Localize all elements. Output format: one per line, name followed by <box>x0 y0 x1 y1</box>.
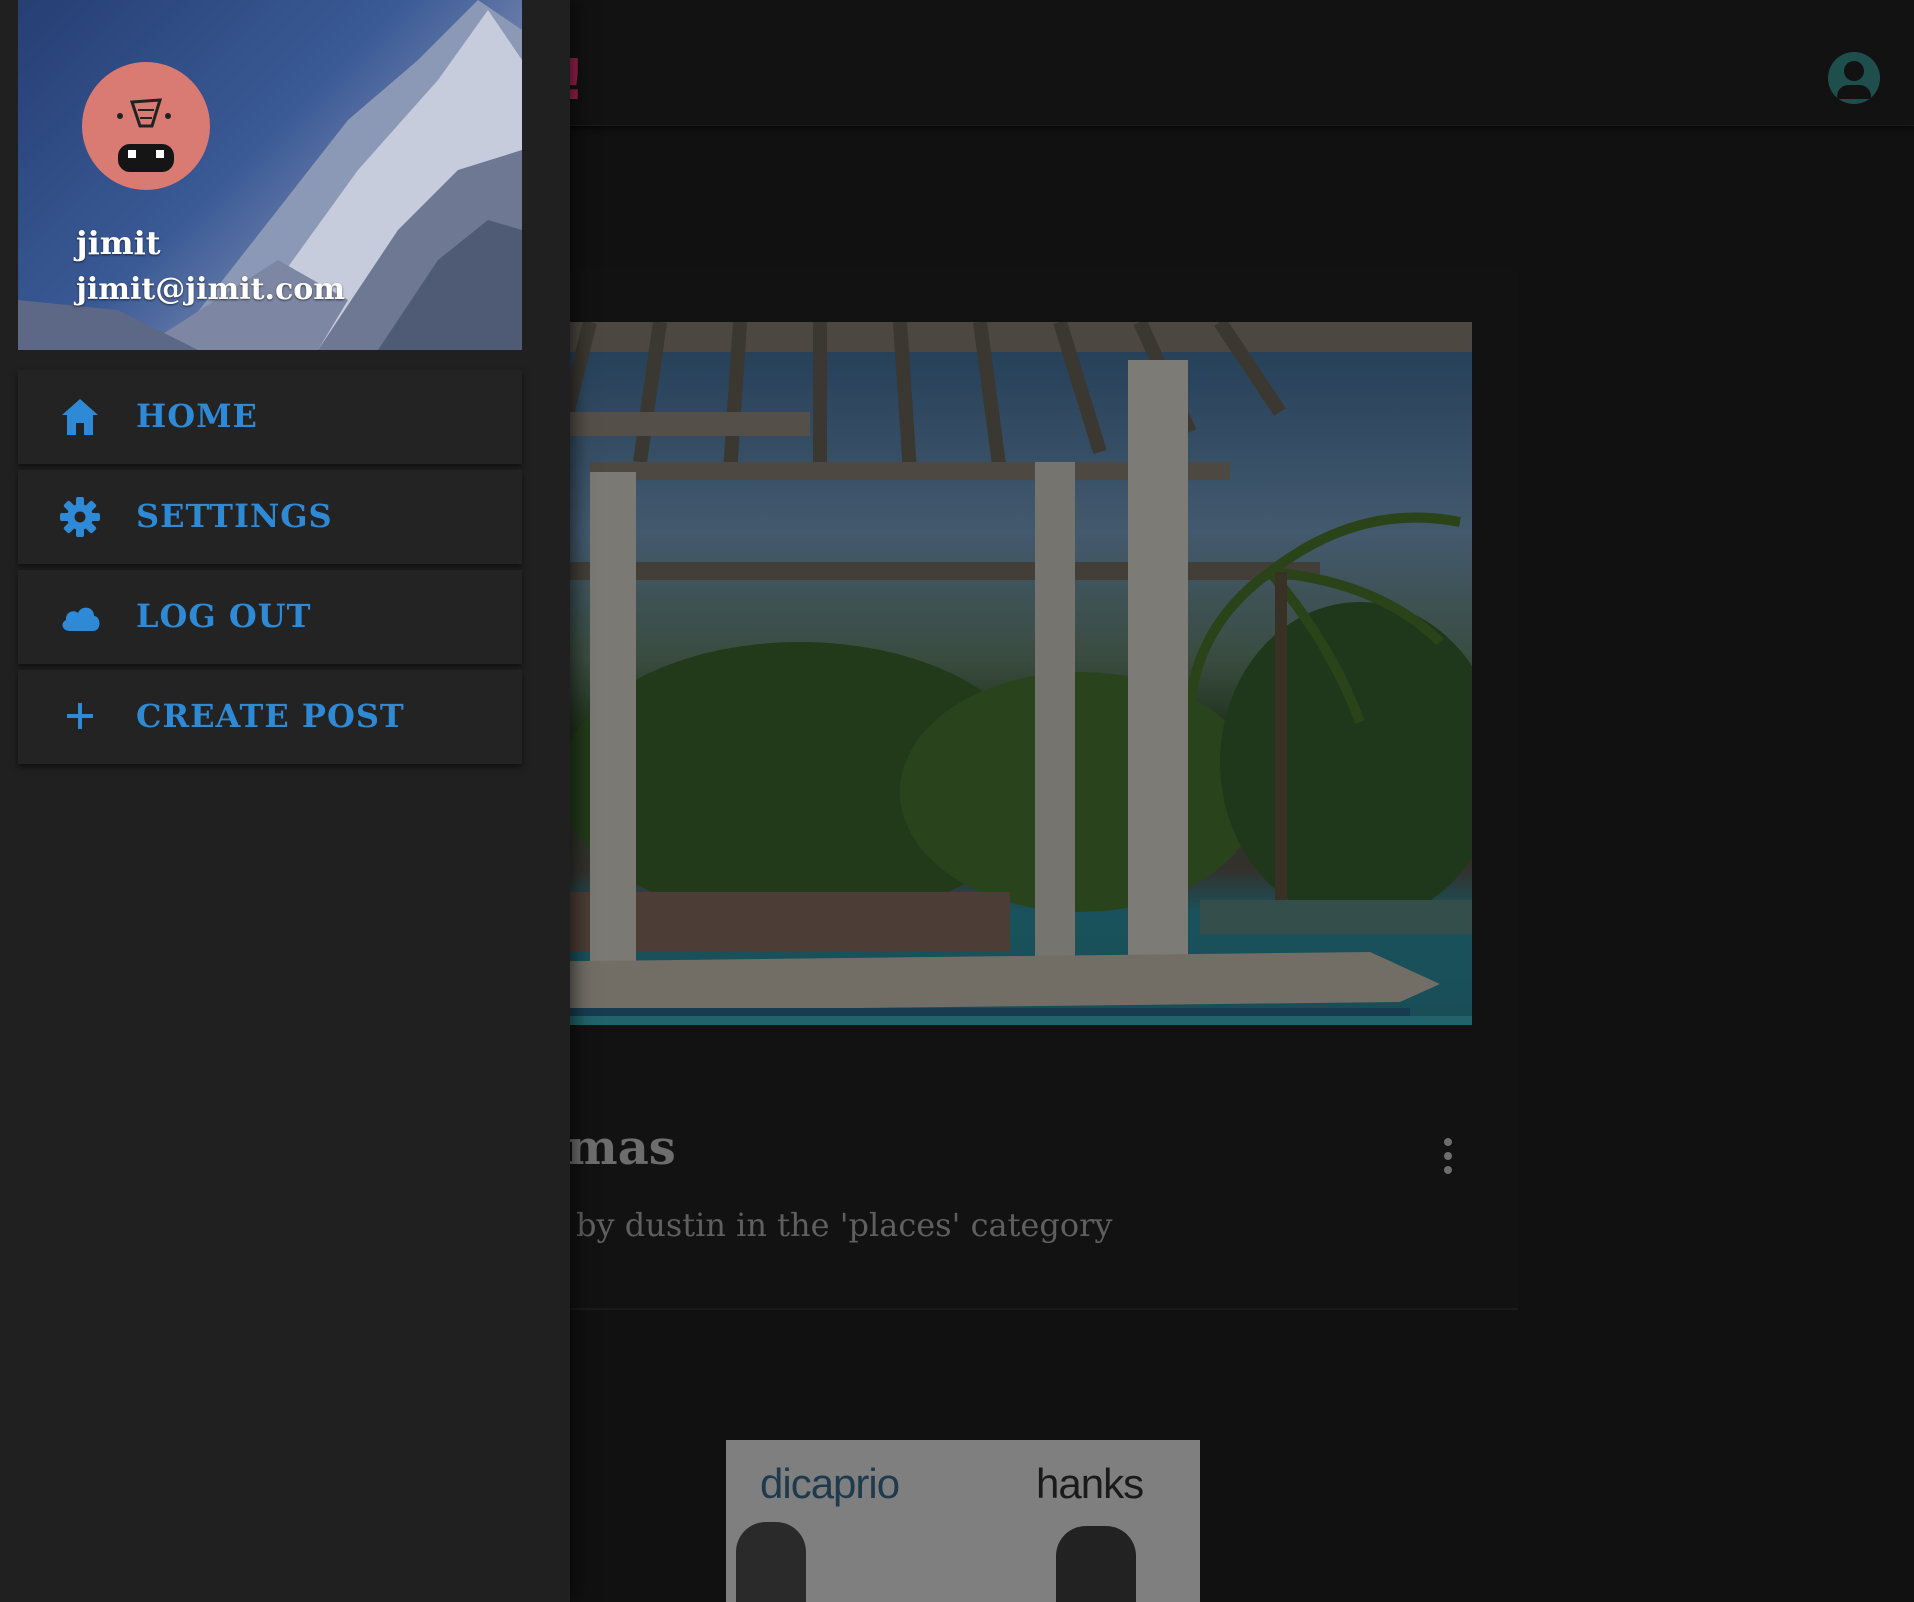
cloud-icon <box>62 607 100 631</box>
drawer-item-home[interactable]: HOME <box>18 370 522 464</box>
post-image[interactable] <box>500 322 1472 1025</box>
plus-icon <box>67 703 93 729</box>
drawer-item-label: CREATE POST <box>136 697 405 735</box>
thumbnail-text-left: dicaprio <box>760 1460 900 1507</box>
gear-icon <box>60 497 100 537</box>
thumbnail-figure <box>736 1522 806 1602</box>
user-email: jimit@jimit.com <box>76 272 345 307</box>
drawer-header: jimit jimit@jimit.com <box>18 0 522 350</box>
account-circle-icon[interactable] <box>1828 52 1880 104</box>
post-card[interactable]: homas by dustin in the 'places' category <box>500 270 1518 1310</box>
drawer-item-create-post[interactable]: CREATE POST <box>18 670 522 764</box>
home-icon <box>62 399 98 435</box>
user-name: jimit <box>76 224 161 262</box>
more-vert-icon[interactable] <box>1436 1136 1460 1176</box>
drawer-item-label: LOG OUT <box>136 597 312 635</box>
thumbnail-text-right: hanks <box>1036 1460 1144 1507</box>
drawer-item-label: SETTINGS <box>136 497 333 535</box>
drawer-item-settings[interactable]: SETTINGS <box>18 470 522 564</box>
post-thumbnail[interactable]: dicaprio hanks <box>726 1440 1200 1602</box>
drawer-item-log-out[interactable]: LOG OUT <box>18 570 522 664</box>
post-meta: by dustin in the 'places' category <box>576 1206 1113 1244</box>
post-divider <box>500 1308 1518 1310</box>
drawer-item-label: HOME <box>136 397 258 435</box>
thumbnail-figure <box>1056 1526 1136 1602</box>
navigation-drawer: jimit jimit@jimit.com HOME SETTINGS LOG … <box>0 0 570 1602</box>
avatar[interactable] <box>82 62 210 190</box>
